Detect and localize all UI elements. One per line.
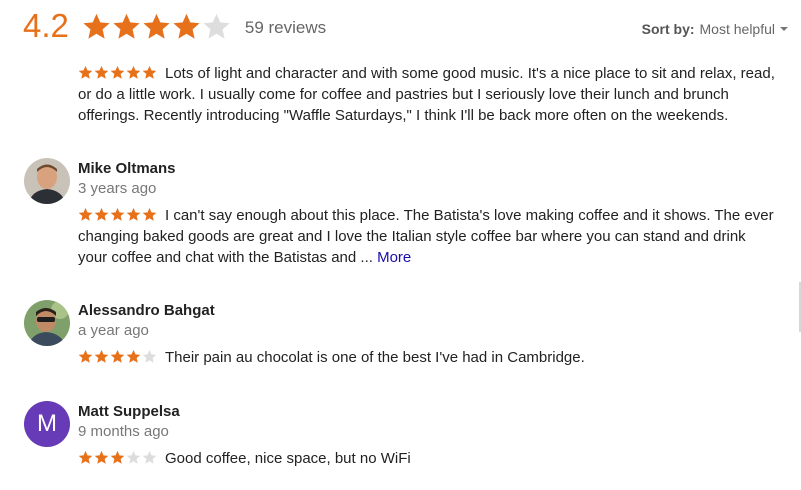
- star-filled-icon: [142, 207, 157, 221]
- star-filled-icon: [94, 65, 109, 79]
- avatar[interactable]: M: [24, 401, 70, 447]
- star-filled-icon: [173, 13, 200, 39]
- star-filled-icon: [78, 349, 93, 363]
- star-filled-icon: [78, 207, 93, 221]
- star-filled-icon: [110, 65, 125, 79]
- review-stars: [78, 450, 157, 465]
- star-filled-icon: [83, 13, 110, 39]
- review-stars: [78, 349, 157, 364]
- avatar[interactable]: [24, 300, 70, 346]
- review-body: Their pain au chocolat is one of the bes…: [78, 347, 778, 368]
- review-body: Good coffee, nice space, but no WiFi: [78, 448, 778, 469]
- reviewer-name[interactable]: Mike Oltmans: [78, 159, 176, 179]
- sort-value[interactable]: Most helpful: [700, 21, 775, 37]
- star-filled-icon: [142, 65, 157, 79]
- star-empty-icon: [203, 13, 230, 39]
- review-body: I can't say enough about this place. The…: [78, 205, 778, 268]
- reviewer-name[interactable]: Matt Suppelsa: [78, 402, 180, 422]
- rating-summary: 4.2 59 reviews: [23, 6, 326, 46]
- review-time: a year ago: [78, 322, 149, 339]
- star-empty-icon: [126, 450, 141, 464]
- review-time: 9 months ago: [78, 423, 169, 440]
- star-filled-icon: [94, 207, 109, 221]
- review-time: 3 years ago: [78, 180, 157, 197]
- review-stars: [78, 207, 157, 222]
- star-filled-icon: [126, 349, 141, 363]
- star-filled-icon: [110, 207, 125, 221]
- review-stars: [78, 65, 157, 80]
- star-filled-icon: [143, 13, 170, 39]
- review-count[interactable]: 59 reviews: [245, 8, 326, 48]
- review-text: Good coffee, nice space, but no WiFi: [165, 450, 411, 467]
- avatar[interactable]: [24, 158, 70, 204]
- review-body: Lots of light and character and with som…: [78, 63, 778, 126]
- average-rating-stars: [82, 12, 231, 41]
- sort-dropdown[interactable]: Sort by: Most helpful: [642, 21, 789, 37]
- star-empty-icon: [142, 349, 157, 363]
- avatar-letter: M: [37, 410, 57, 437]
- star-filled-icon: [110, 349, 125, 363]
- star-filled-icon: [126, 65, 141, 79]
- more-link[interactable]: More: [377, 249, 411, 266]
- review-text: Lots of light and character and with som…: [78, 65, 775, 124]
- star-filled-icon: [113, 13, 140, 39]
- chevron-down-icon[interactable]: [779, 24, 789, 34]
- star-filled-icon: [94, 349, 109, 363]
- star-filled-icon: [78, 65, 93, 79]
- star-filled-icon: [126, 207, 141, 221]
- reviewer-name[interactable]: Alessandro Bahgat: [78, 301, 215, 321]
- star-empty-icon: [142, 450, 157, 464]
- user-photo-icon: [24, 300, 70, 346]
- review-text: Their pain au chocolat is one of the bes…: [165, 349, 585, 366]
- star-filled-icon: [78, 450, 93, 464]
- average-rating: 4.2: [23, 7, 69, 44]
- sort-label: Sort by:: [641, 21, 695, 37]
- star-filled-icon: [110, 450, 125, 464]
- user-photo-icon: [24, 158, 70, 204]
- review-text: I can't say enough about this place. The…: [78, 207, 774, 266]
- star-filled-icon: [94, 450, 109, 464]
